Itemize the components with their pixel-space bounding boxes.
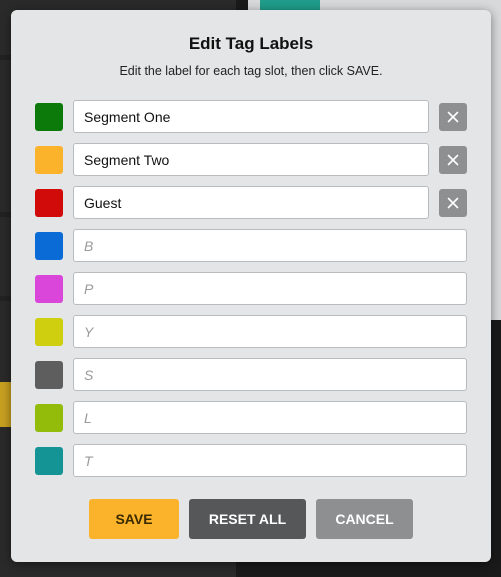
tag-color-swatch — [35, 146, 63, 174]
tag-color-swatch — [35, 103, 63, 131]
tag-label-input[interactable] — [73, 401, 467, 434]
clear-tag-button[interactable] — [439, 189, 467, 217]
tag-color-swatch — [35, 232, 63, 260]
tag-label-input[interactable] — [73, 143, 429, 176]
dialog-button-bar: SAVE RESET ALL CANCEL — [11, 499, 491, 539]
tag-color-swatch — [35, 275, 63, 303]
save-button[interactable]: SAVE — [89, 499, 179, 539]
tag-color-swatch — [35, 404, 63, 432]
tag-label-input[interactable] — [73, 272, 467, 305]
tag-label-input[interactable] — [73, 358, 467, 391]
close-icon — [447, 154, 459, 166]
cancel-button[interactable]: CANCEL — [316, 499, 413, 539]
tag-color-swatch — [35, 361, 63, 389]
clear-tag-button[interactable] — [439, 146, 467, 174]
dialog-title: Edit Tag Labels — [188, 34, 314, 53]
dialog-subtitle: Edit the label for each tag slot, then c… — [119, 64, 383, 78]
edit-tag-labels-dialog: Edit Tag Labels Edit the label for each … — [11, 10, 491, 562]
tag-color-swatch — [35, 318, 63, 346]
tag-label-input[interactable] — [73, 315, 467, 348]
tag-color-swatch — [35, 189, 63, 217]
close-icon — [447, 197, 459, 209]
reset-all-button[interactable]: RESET ALL — [189, 499, 306, 539]
clear-tag-button[interactable] — [439, 103, 467, 131]
close-icon — [447, 111, 459, 123]
tag-label-input[interactable] — [73, 100, 429, 133]
tag-label-input[interactable] — [73, 229, 467, 262]
tag-color-swatch — [35, 447, 63, 475]
tag-label-input[interactable] — [73, 186, 429, 219]
tag-label-input[interactable] — [73, 444, 467, 477]
